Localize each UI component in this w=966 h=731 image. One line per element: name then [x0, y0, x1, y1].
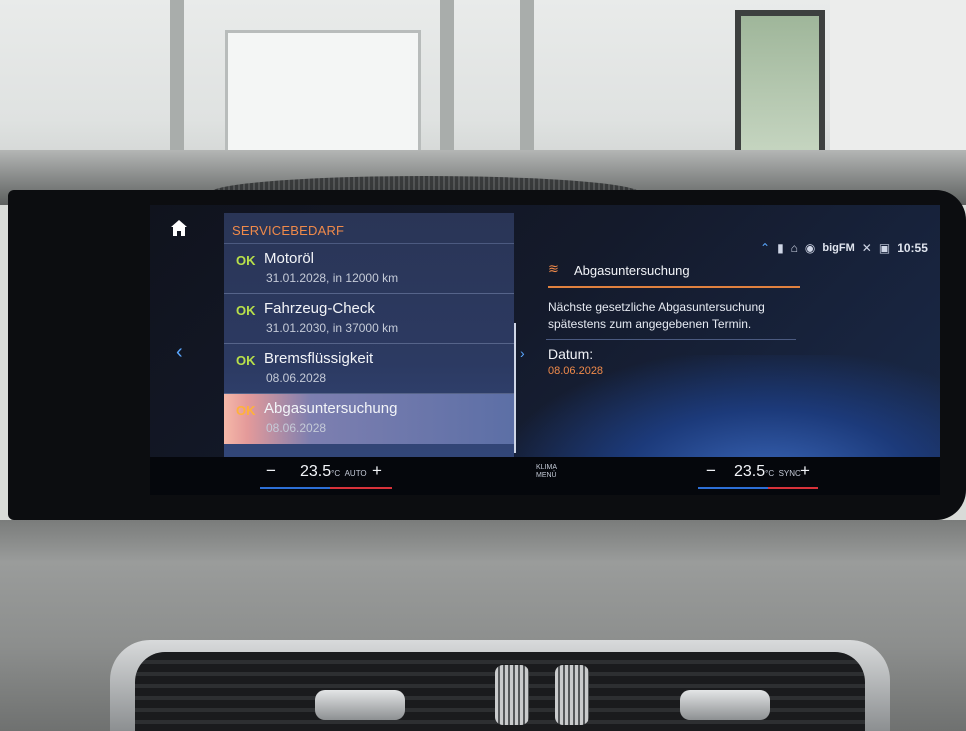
right-temp-unit: °C	[765, 469, 775, 478]
clock: 10:55	[897, 241, 928, 255]
status-badge: OK	[236, 303, 256, 318]
right-temp-indicator-red	[768, 487, 818, 489]
home-icon[interactable]	[170, 219, 188, 237]
climate-bar: − 23.5°C AUTO + KLIMA MENÜ − 23.5°C SYNC…	[150, 457, 940, 495]
klima-menu-line1: KLIMA	[536, 464, 558, 471]
service-list-title: SERVICEBEDARF	[232, 223, 345, 238]
right-temp-value: 23.5	[734, 463, 766, 480]
left-temperature[interactable]: 23.5°C AUTO	[300, 463, 367, 481]
status-badge: OK	[236, 353, 256, 368]
list-scrollbar[interactable]	[514, 323, 516, 453]
status-badge: OK	[236, 403, 256, 418]
left-temp-decrease-button[interactable]: −	[266, 461, 276, 481]
background-pillar	[170, 0, 184, 170]
radio-icon: ◉	[804, 241, 816, 255]
right-temp-increase-button[interactable]: +	[800, 461, 810, 481]
background-pillar	[520, 0, 534, 170]
service-item-motoroel[interactable]: OK Motoröl 31.01.2028, in 12000 km	[224, 244, 514, 294]
vent-slider-left[interactable]	[315, 690, 405, 720]
status-bar: ⌃ ▮ ⌂ ◉ bigFM ✕ ▣ 10:55	[760, 239, 928, 257]
detail-title: Abgasuntersuchung	[574, 263, 690, 278]
left-temp-value: 23.5	[300, 463, 332, 480]
chevron-up-icon[interactable]: ⌃	[760, 241, 770, 255]
date-value: 08.06.2028	[548, 365, 604, 377]
exhaust-icon: ≋	[548, 261, 559, 276]
infotainment-screen: ‹ SERVICEBEDARF OK Motoröl 31.01.2028, i…	[150, 205, 940, 495]
klima-menu-button[interactable]: KLIMA MENÜ	[536, 464, 557, 480]
service-item-due: 31.01.2030, in 37000 km	[266, 321, 399, 335]
service-item-due: 08.06.2028	[266, 371, 327, 385]
klima-menu-line2: MENÜ	[536, 472, 557, 479]
chevron-left-icon[interactable]: ‹	[176, 341, 183, 364]
service-item-name: Abgasuntersuchung	[264, 400, 398, 417]
background-pillar	[440, 0, 454, 170]
left-temp-indicator-blue	[260, 487, 330, 489]
garage-icon: ⌂	[790, 241, 798, 255]
service-list-panel: SERVICEBEDARF OK Motoröl 31.01.2028, in …	[224, 213, 514, 463]
vent-knob-left[interactable]	[495, 665, 529, 725]
service-item-name: Fahrzeug-Check	[264, 300, 375, 317]
chevron-right-icon[interactable]: ›	[520, 345, 525, 361]
vent-knob-right[interactable]	[555, 665, 589, 725]
service-item-abgasuntersuchung[interactable]: OK Abgasuntersuchung 08.06.2028	[224, 394, 514, 444]
service-item-due: 08.06.2028	[266, 421, 327, 435]
right-temp-decrease-button[interactable]: −	[706, 461, 716, 481]
service-item-due: 31.01.2028, in 12000 km	[266, 271, 399, 285]
detail-title-underline	[548, 286, 800, 288]
right-temp-mode: SYNC	[778, 469, 801, 478]
right-temperature[interactable]: 23.5°C SYNC	[734, 463, 801, 481]
left-temp-mode: AUTO	[344, 469, 367, 478]
left-temp-unit: °C	[331, 469, 341, 478]
radio-station: bigFM	[822, 242, 855, 254]
detail-description: Nächste gesetzliche Abgasuntersuchung sp…	[548, 300, 765, 331]
mute-icon: ✕	[861, 241, 872, 255]
date-label: Datum:	[548, 346, 594, 362]
divider	[546, 339, 796, 340]
service-item-bremsfluessigkeit[interactable]: OK Bremsflüssigkeit 08.06.2028	[224, 344, 514, 394]
right-temp-indicator-blue	[698, 487, 768, 489]
phone-icon: ▮	[777, 241, 784, 255]
status-badge: OK	[236, 253, 256, 268]
service-item-name: Motoröl	[264, 250, 315, 267]
message-icon: ▣	[878, 241, 891, 255]
service-item-fahrzeug-check[interactable]: OK Fahrzeug-Check 31.01.2030, in 37000 k…	[224, 294, 514, 344]
left-temp-indicator-red	[330, 487, 392, 489]
background-window	[735, 10, 825, 172]
left-temp-increase-button[interactable]: +	[372, 461, 382, 481]
vent-slider-right[interactable]	[680, 690, 770, 720]
service-item-name: Bremsflüssigkeit	[264, 350, 374, 367]
